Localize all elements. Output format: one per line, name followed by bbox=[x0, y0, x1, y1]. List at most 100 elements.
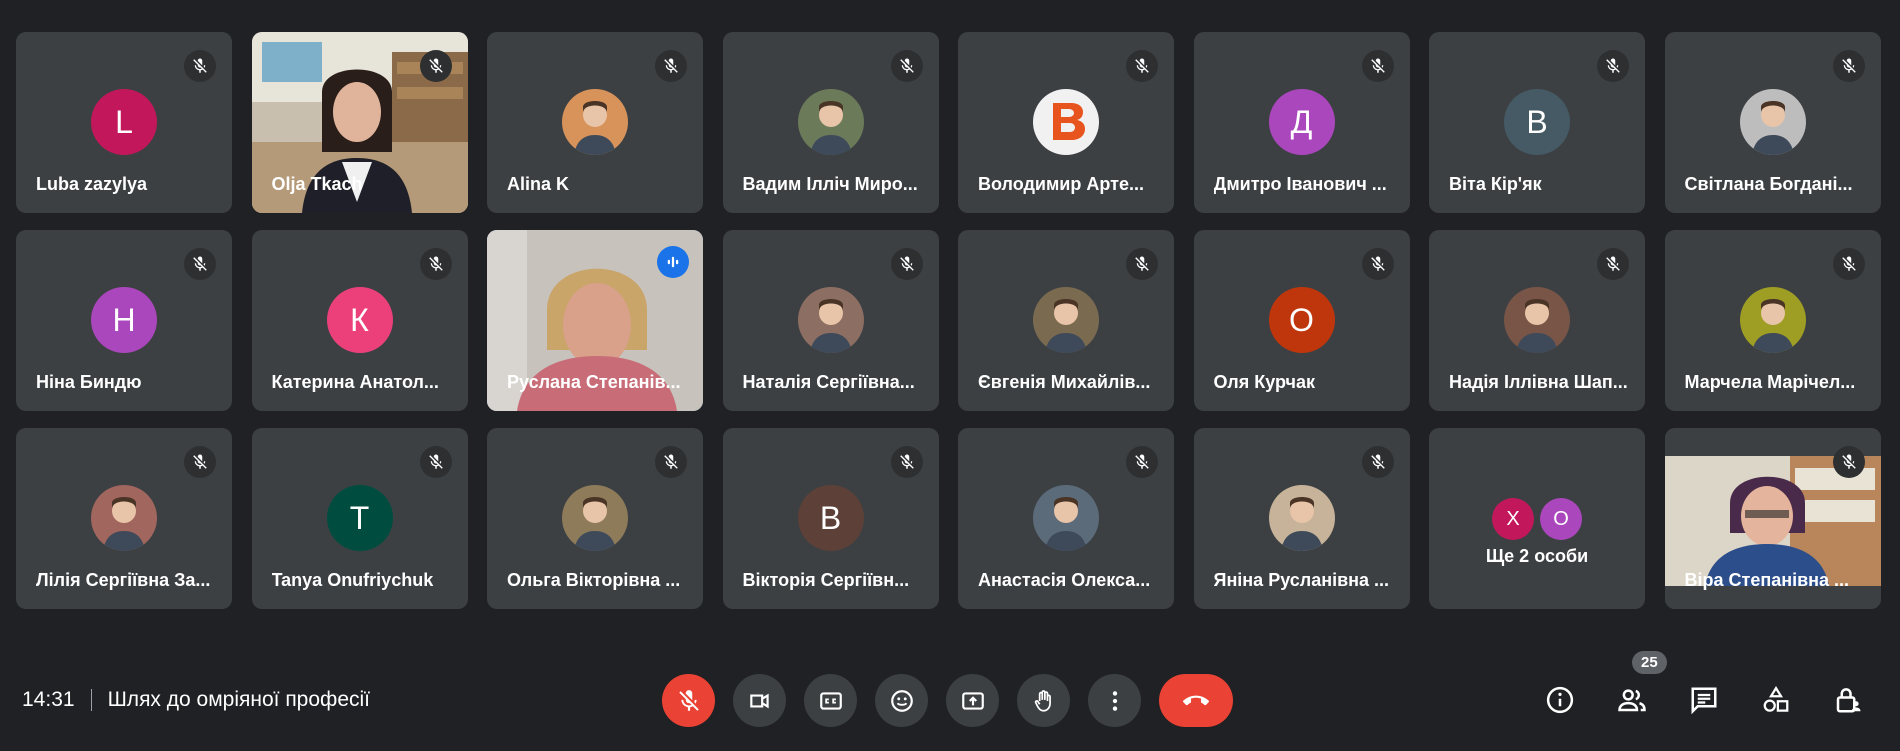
mic-off-icon bbox=[419, 50, 452, 82]
participant-tile[interactable]: Наталія Сергіївна... bbox=[722, 230, 939, 411]
more-participants-label: Ще 2 особи bbox=[1485, 546, 1589, 566]
present-screen-button[interactable] bbox=[946, 674, 999, 727]
side-panel-controls bbox=[1538, 678, 1870, 722]
participant-tile[interactable]: В Віта Кір'як bbox=[1429, 32, 1645, 213]
avatar: В bbox=[1504, 89, 1570, 155]
participant-name: Катерина Анатол... bbox=[271, 372, 439, 392]
participant-name: Ніна Биндю bbox=[36, 372, 142, 392]
participant-tile[interactable]: Olja Tkach bbox=[251, 32, 468, 213]
mic-off-icon bbox=[678, 689, 699, 711]
participant-name: Оля Курчак bbox=[1213, 372, 1315, 392]
mic-off-icon bbox=[890, 248, 923, 280]
mic-off-icon bbox=[1832, 50, 1865, 82]
participant-tile[interactable]: Євгенія Михайлів... bbox=[958, 230, 1174, 411]
people-icon bbox=[1618, 689, 1646, 712]
participant-tile[interactable]: Яніна Русланівна ... bbox=[1193, 428, 1410, 609]
avatar bbox=[1739, 89, 1806, 155]
participant-name: Яніна Русланівна ... bbox=[1213, 570, 1390, 590]
more-options-button[interactable] bbox=[1088, 674, 1141, 727]
participant-tile[interactable]: В Вікторія Сергіївн... bbox=[722, 428, 939, 609]
participant-name: Віта Кір'як bbox=[1449, 174, 1542, 194]
mic-off-icon bbox=[184, 446, 216, 478]
mic-off-icon bbox=[655, 50, 687, 82]
mic-toggle-button[interactable] bbox=[662, 674, 715, 727]
chat-icon bbox=[1691, 687, 1717, 715]
avatar: О bbox=[1268, 287, 1335, 353]
chat-button[interactable] bbox=[1682, 678, 1726, 722]
participant-grid: L Luba zazylya Olja Tkach Alina K Вадим Іллі… bbox=[16, 32, 1881, 609]
closed-captions-icon bbox=[819, 691, 842, 710]
mic-off-icon bbox=[1597, 50, 1629, 82]
participant-name: Лілія Сергіївна За... bbox=[36, 570, 211, 590]
people-button[interactable] bbox=[1610, 678, 1654, 722]
more-participants-avatars: ХО bbox=[1492, 498, 1582, 540]
avatar bbox=[1504, 287, 1570, 353]
participant-tile[interactable]: Руслана Степанів... bbox=[487, 230, 703, 411]
participant-name: Світлана Богдані... bbox=[1684, 174, 1853, 194]
host-controls-button[interactable] bbox=[1826, 678, 1870, 722]
reactions-button[interactable] bbox=[875, 674, 928, 727]
participant-name: Наталія Сергіївна... bbox=[742, 372, 915, 392]
mic-off-icon bbox=[890, 446, 923, 478]
avatar bbox=[91, 485, 157, 551]
raise-hand-button[interactable] bbox=[1017, 674, 1070, 727]
participant-tile[interactable]: L Luba zazylya bbox=[16, 32, 232, 213]
avatar bbox=[1739, 287, 1806, 353]
participant-name: Дмитро Іванович ... bbox=[1213, 174, 1387, 194]
clock-time: 14:31 bbox=[22, 688, 75, 711]
hand-icon bbox=[1034, 689, 1051, 712]
mic-off-icon bbox=[184, 50, 216, 82]
participant-name: Вадим Ілліч Миро... bbox=[742, 174, 918, 194]
meeting-title[interactable]: Шлях до омріяної професії bbox=[108, 688, 370, 712]
participant-name: Luba zazylya bbox=[36, 174, 148, 194]
participant-name: Tanya Onufriychuk bbox=[271, 570, 434, 590]
participant-name: Ольга Вікторівна ... bbox=[507, 570, 681, 590]
videocam-icon bbox=[749, 693, 769, 708]
bottom-bar: 14:31 Шлях до омріяної професії bbox=[0, 660, 1900, 740]
mic-off-icon bbox=[1126, 248, 1158, 280]
participant-tile[interactable]: Світлана Богдані... bbox=[1664, 32, 1881, 213]
participant-name: Надія Іллівна Шап... bbox=[1449, 372, 1628, 392]
mic-off-icon bbox=[1832, 248, 1865, 280]
participant-tile[interactable]: Віра Степанівна ... bbox=[1664, 428, 1881, 609]
participant-tile[interactable]: Анастасія Олекса... bbox=[958, 428, 1174, 609]
participant-tile[interactable]: Надія Іллівна Шап... bbox=[1429, 230, 1645, 411]
avatar bbox=[797, 89, 864, 155]
captions-button[interactable] bbox=[804, 674, 857, 727]
mic-off-icon bbox=[184, 248, 216, 280]
avatar: К bbox=[326, 287, 393, 353]
participant-name: Руслана Степанів... bbox=[507, 372, 681, 392]
activities-button[interactable] bbox=[1754, 678, 1798, 722]
participant-tile[interactable]: К Катерина Анатол... bbox=[251, 230, 468, 411]
participant-tile[interactable]: Х О Ще 2 особи bbox=[1429, 428, 1645, 609]
participant-name: Вікторія Сергіївн... bbox=[742, 570, 910, 590]
participant-tile[interactable]: Н Ніна Биндю bbox=[16, 230, 232, 411]
participant-tile[interactable]: Володимир Арте... bbox=[958, 32, 1174, 213]
participant-name: Володимир Арте... bbox=[978, 174, 1144, 194]
participant-name: Olja Tkach bbox=[271, 174, 363, 194]
participant-name: Євгенія Михайлів... bbox=[978, 372, 1151, 392]
participant-tile[interactable]: Вадим Ілліч Миро... bbox=[722, 32, 939, 213]
participant-tile[interactable]: О Оля Курчак bbox=[1193, 230, 1410, 411]
avatar bbox=[1033, 89, 1099, 155]
more-vert-icon bbox=[1112, 690, 1117, 711]
participant-name: Марчела Марічел... bbox=[1684, 372, 1856, 392]
mic-off-icon bbox=[419, 446, 452, 478]
participant-name: Віра Степанівна ... bbox=[1684, 570, 1850, 590]
participant-tile[interactable]: Ольга Вікторівна ... bbox=[487, 428, 703, 609]
avatar bbox=[1033, 485, 1099, 551]
present-to-all-icon bbox=[961, 691, 984, 710]
participant-tile[interactable]: Alina K bbox=[487, 32, 703, 213]
participant-tile[interactable]: Д Дмитро Іванович ... bbox=[1193, 32, 1410, 213]
avatar bbox=[1033, 287, 1099, 353]
avatar bbox=[797, 287, 864, 353]
participant-tile[interactable]: Марчела Марічел... bbox=[1664, 230, 1881, 411]
mic-off-icon bbox=[1361, 446, 1394, 478]
participant-tile[interactable]: T Tanya Onufriychuk bbox=[251, 428, 468, 609]
avatar bbox=[1268, 485, 1335, 551]
participant-tile[interactable]: Лілія Сергіївна За... bbox=[16, 428, 232, 609]
camera-toggle-button[interactable] bbox=[733, 674, 786, 727]
mic-off-icon bbox=[1361, 50, 1394, 82]
meeting-details-button[interactable] bbox=[1538, 678, 1582, 722]
leave-call-button[interactable] bbox=[1159, 674, 1233, 727]
